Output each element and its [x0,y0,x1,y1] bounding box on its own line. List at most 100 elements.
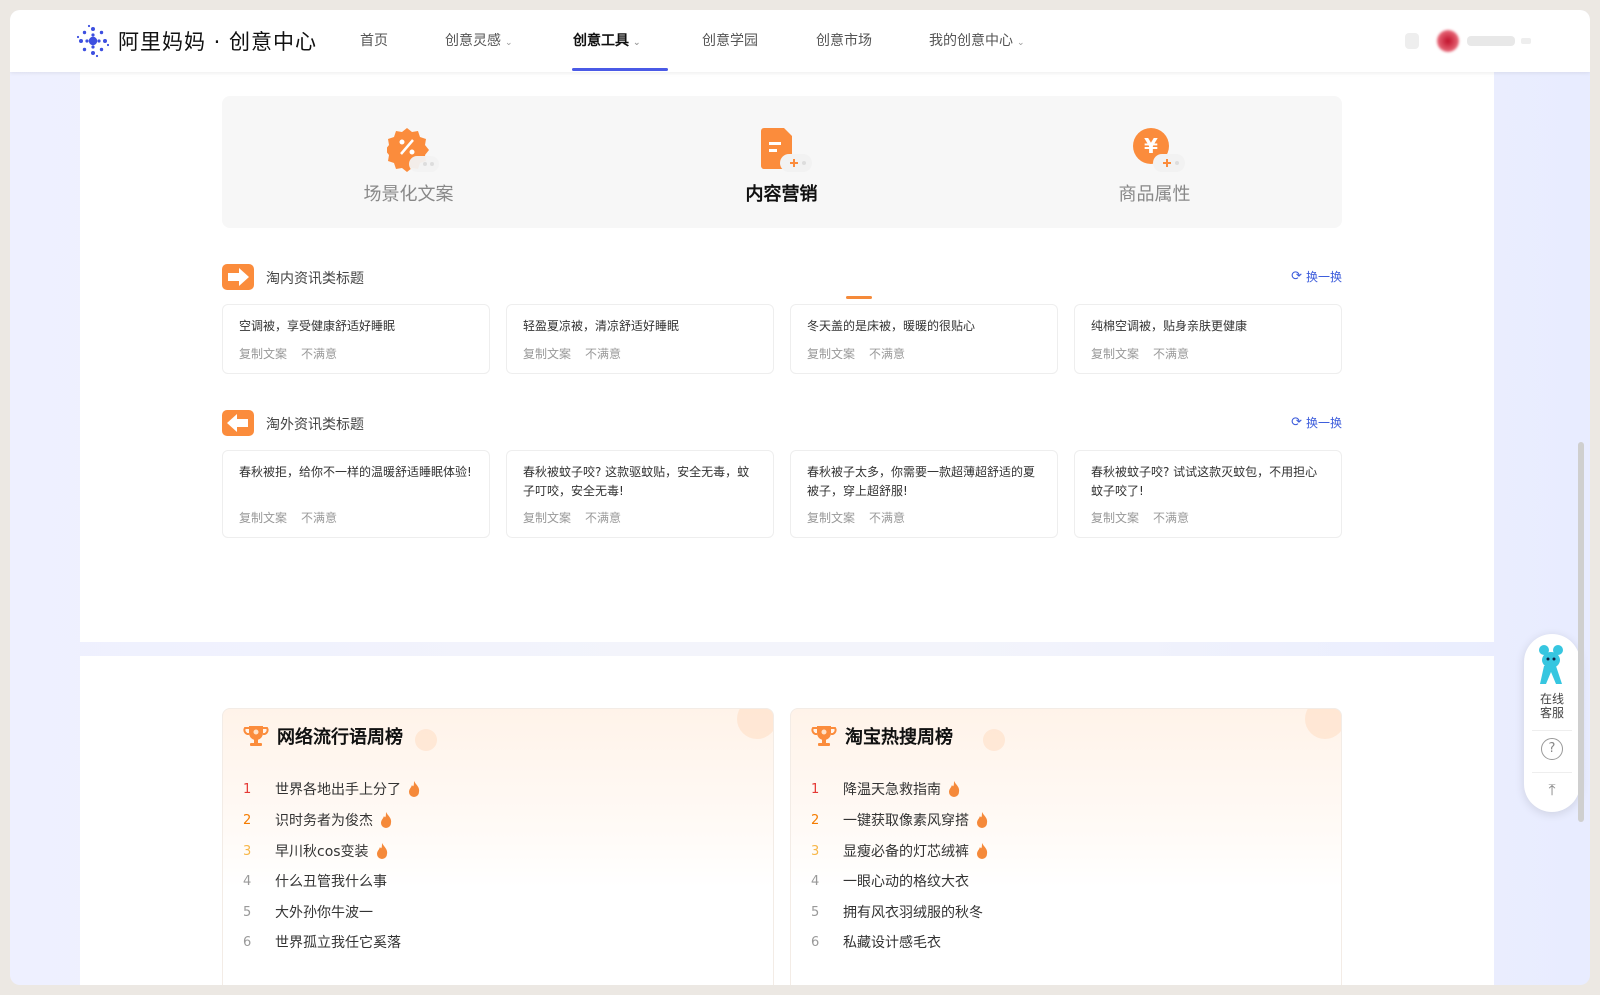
notification-bell-icon[interactable] [1405,33,1419,49]
rank-text: 早川秋cos变装 [275,844,369,860]
avatar[interactable] [1437,30,1459,52]
refresh-button[interactable]: ⟳ 换一换 [1291,414,1342,431]
copy-button[interactable]: 复制文案 [239,511,287,525]
brand-logo[interactable]: 阿里妈妈 · 创意中心 [76,23,317,59]
dislike-button[interactable]: 不满意 [301,511,337,525]
card-text: 冬天盖的是床被，暖暖的很贴心 [807,319,976,333]
ranking-item[interactable]: 4 一眼心动的格纹大衣 [811,871,969,891]
ranking-item[interactable]: 2 一键获取像素风穿搭 [811,810,988,830]
card-text: 春秋被蚊子咬? 试试这款灭蚊包，不用担心蚊子咬了! [1091,465,1318,498]
nav-inspiration[interactable]: 创意灵感 ⌄ [445,10,513,72]
tab-product-attributes[interactable]: ¥ 商品属性 [968,96,1341,228]
nav-active-indicator [572,68,668,71]
dislike-button[interactable]: 不满意 [1153,347,1189,361]
card-actions: 复制文案 不满意 [1091,345,1203,362]
rank-text: 一眼心动的格纹大衣 [843,874,969,890]
dislike-button[interactable]: 不满意 [869,347,905,361]
nav-home[interactable]: 首页 [360,10,388,72]
copy-card: 春秋被拒，给你不一样的温暖舒适睡眠体验! 复制文案 不满意 [222,450,490,538]
dislike-button[interactable]: 不满意 [1153,511,1189,525]
card-actions: 复制文案 不满意 [1091,509,1203,526]
content-tools-panel: 场景化文案 内容营销 ¥ 商品属性 淘内资讯类标题 ⟳ 换一换 空调被，享受健康… [80,72,1494,642]
ranking-item[interactable]: 3 早川秋cos变装 [243,841,388,861]
nav-market[interactable]: 创意市场 [816,10,872,72]
copy-button[interactable]: 复制文案 [807,347,855,361]
alimama-logo-icon [76,24,110,58]
arrow-right-icon [222,264,254,290]
copy-card: 春秋被蚊子咬? 试试这款灭蚊包，不用担心蚊子咬了! 复制文案 不满意 [1074,450,1342,538]
refresh-icon: ⟳ [1291,415,1302,430]
nav-home-label: 首页 [360,33,388,49]
card-actions: 复制文案 不满意 [807,509,919,526]
nav-my-center[interactable]: 我的创意中心 ⌄ [929,10,1025,72]
flame-icon [977,812,988,828]
card-actions: 复制文案 不满意 [523,509,635,526]
chevron-down-icon[interactable] [1521,38,1531,44]
dislike-button[interactable]: 不满意 [869,511,905,525]
rank-number: 4 [243,873,252,889]
decor-bubble [983,729,1005,751]
rank-text: 私藏设计感毛衣 [843,935,941,951]
copy-button[interactable]: 复制文案 [523,347,571,361]
decor-bubble [415,729,437,751]
dislike-button[interactable]: 不满意 [301,347,337,361]
section-header-taobao-internal: 淘内资讯类标题 ⟳ 换一换 [222,264,1342,292]
back-to-top-icon[interactable]: ⤒ [1541,780,1563,802]
dislike-button[interactable]: 不满意 [585,511,621,525]
copy-button[interactable]: 复制文案 [807,511,855,525]
rankings-panel: 网络流行语周榜 1 世界各地出手上分了 2 识时务者为俊杰 3 早川秋cos变装 4 什… [80,656,1494,985]
ranking-item[interactable]: 1 降温天急救指南 [811,779,960,799]
user-area [1405,30,1531,52]
rank-number: 4 [811,873,820,889]
section-header-taobao-external: 淘外资讯类标题 ⟳ 换一换 [222,410,1342,438]
scrollbar[interactable] [1578,442,1584,822]
ranking-item[interactable]: 5 大外孙你牛波一 [243,902,373,922]
rank-number: 2 [243,812,252,828]
rank-number: 1 [811,781,820,797]
tab-product-attributes-label: 商品属性 [1118,184,1191,205]
copy-button[interactable]: 复制文案 [239,347,287,361]
tab-scene-copy[interactable]: 场景化文案 [222,96,595,228]
rank-text: 世界孤立我任它奚落 [275,935,401,951]
rank-text: 什么丑管我什么事 [275,874,387,890]
nav-academy[interactable]: 创意学园 [702,10,758,72]
ranking-item[interactable]: 2 识时务者为俊杰 [243,810,392,830]
copy-button[interactable]: 复制文案 [1091,511,1139,525]
nav-creative-tools[interactable]: 创意工具 ⌄ [573,10,641,72]
refresh-button[interactable]: ⟳ 换一换 [1291,268,1342,285]
tab-scene-copy-label: 场景化文案 [363,184,454,205]
help-icon[interactable]: ? [1541,738,1563,760]
rank-text: 识时务者为俊杰 [275,813,373,829]
document-plus-icon [760,128,812,172]
ranking-item[interactable]: 5 拥有风衣羽绒服的秋冬 [811,902,983,922]
chevron-down-icon: ⌄ [633,38,641,48]
top-header: 阿里妈妈 · 创意中心 首页 创意灵感 ⌄ 创意工具 ⌄ 创意学园 创意市场 我的创… [10,10,1590,72]
ranking-item[interactable]: 6 世界孤立我任它奚落 [243,932,401,952]
chevron-down-icon: ⌄ [1017,38,1025,48]
section-title: 淘外资讯类标题 [266,417,364,433]
card-text: 春秋被蚊子咬? 这款驱蚊贴，安全无毒，蚊子叮咬，安全无毒! [523,465,750,498]
user-name-blurred[interactable] [1467,36,1515,46]
rank-text: 大外孙你牛波一 [275,905,373,921]
copy-card: 春秋被子太多，你需要一款超薄超舒适的夏被子，穿上超舒服! 复制文案 不满意 [790,450,1058,538]
service-line-2: 客服 [1539,706,1564,720]
ranking-item[interactable]: 3 显瘦必备的灯芯绒裤 [811,841,988,861]
arrow-left-icon [222,410,254,436]
divider [1532,730,1572,731]
copy-button[interactable]: 复制文案 [523,511,571,525]
refresh-icon: ⟳ [1291,269,1302,284]
nav-market-label: 创意市场 [816,33,872,49]
customer-service-label[interactable]: 在线 客服 [1524,692,1580,720]
rank-number: 5 [811,904,820,920]
ranking-item[interactable]: 1 世界各地出手上分了 [243,779,420,799]
ranking-item[interactable]: 6 私藏设计感毛衣 [811,932,941,952]
copy-button[interactable]: 复制文案 [1091,347,1139,361]
ranking-title: 网络流行语周榜 [277,727,403,748]
customer-service-mascot-icon[interactable] [1536,644,1568,688]
tab-active-indicator [846,296,872,299]
dislike-button[interactable]: 不满意 [585,347,621,361]
card-text: 春秋被拒，给你不一样的温暖舒适睡眠体验! [239,465,472,479]
copy-card: 轻盈夏凉被，清凉舒适好睡眠 复制文案 不满意 [506,304,774,374]
ranking-item[interactable]: 4 什么丑管我什么事 [243,871,387,891]
tab-content-marketing[interactable]: 内容营销 [595,96,968,228]
